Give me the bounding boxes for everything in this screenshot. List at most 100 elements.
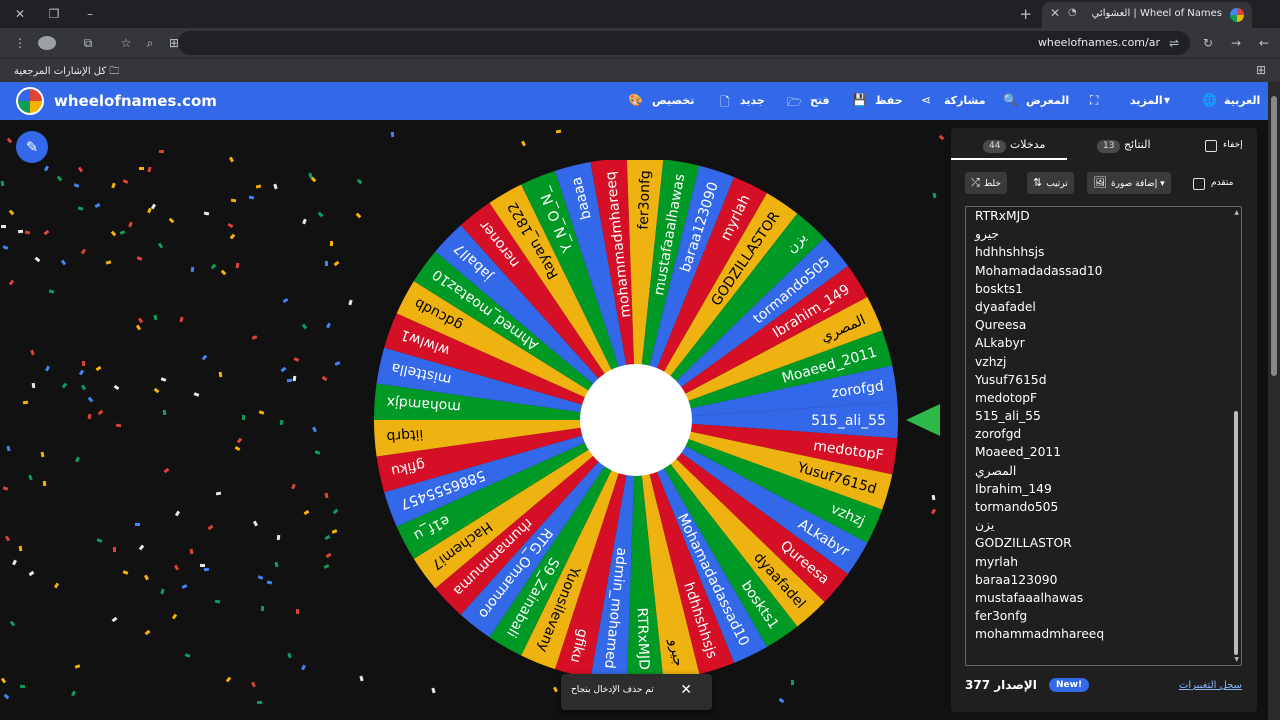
page-scrollbar[interactable] bbox=[1268, 82, 1280, 720]
entry-item[interactable]: Qureesa bbox=[975, 316, 1104, 334]
entry-item[interactable]: يزن bbox=[975, 516, 1104, 534]
bookmark-star-icon[interactable]: ☆ bbox=[118, 36, 134, 50]
confetti-piece bbox=[24, 229, 31, 235]
site-settings-icon[interactable]: ⇌ bbox=[1166, 36, 1182, 50]
confetti-piece bbox=[778, 697, 785, 704]
wheel-hub[interactable] bbox=[580, 364, 692, 476]
brand-name[interactable]: wheelofnames.com bbox=[54, 92, 217, 110]
entry-item[interactable]: 515_ali_55 bbox=[975, 407, 1104, 425]
add-image-button[interactable]: 🖼 إضافة صورة ▾ bbox=[1087, 172, 1171, 194]
panel-tabs: 44 مدخلات 13 النتائج إخفاء bbox=[951, 128, 1257, 160]
all-bookmarks-link[interactable]: كل الإشارات المرجعية 🗀 bbox=[14, 64, 119, 81]
tab-entries[interactable]: 44 مدخلات bbox=[979, 138, 1045, 153]
confetti-piece bbox=[251, 335, 258, 341]
confetti-piece bbox=[35, 256, 41, 262]
confetti-piece bbox=[324, 535, 330, 541]
confetti-piece bbox=[160, 588, 165, 594]
entry-item[interactable]: mohammadmhareeq bbox=[975, 625, 1104, 643]
confetti-piece bbox=[134, 523, 140, 527]
new-tab-icon[interactable]: + bbox=[1019, 5, 1032, 23]
toast-close-button[interactable]: ✕ bbox=[680, 682, 692, 698]
language-button[interactable]: العربية bbox=[1224, 94, 1260, 107]
share-button[interactable]: مشاركة bbox=[944, 94, 986, 107]
confetti-piece bbox=[234, 446, 241, 452]
advanced-checkbox[interactable] bbox=[1193, 178, 1205, 190]
entry-item[interactable]: zorofgd bbox=[975, 425, 1104, 443]
version-number: 377 bbox=[965, 678, 991, 692]
entry-item[interactable]: vzhzj bbox=[975, 353, 1104, 371]
confetti-piece bbox=[291, 483, 297, 490]
confetti-piece bbox=[310, 176, 317, 183]
zoom-icon[interactable]: ⌕ bbox=[142, 36, 158, 50]
confetti-piece bbox=[173, 564, 179, 571]
confetti-piece bbox=[260, 606, 265, 612]
sort-button[interactable]: ⇅ ترتيب bbox=[1027, 172, 1074, 194]
scroll-up-icon[interactable]: ▲ bbox=[1234, 209, 1239, 216]
entry-item[interactable]: tormando505 bbox=[975, 498, 1104, 516]
close-tab-icon[interactable]: ✕ bbox=[1050, 6, 1060, 20]
entry-item[interactable]: Ibrahim_149 bbox=[975, 480, 1104, 498]
confetti-piece bbox=[0, 677, 6, 684]
share-icon: ⋖ bbox=[921, 93, 932, 107]
apps-grid-icon[interactable]: ⊞ bbox=[1256, 63, 1266, 77]
pencil-icon: ✎ bbox=[25, 138, 39, 156]
confetti-piece bbox=[215, 491, 222, 496]
menu-dots-icon[interactable]: ⋮ bbox=[12, 36, 28, 50]
entry-item[interactable]: Moaeed_2011 bbox=[975, 443, 1104, 461]
close-window-icon[interactable]: ✕ bbox=[12, 6, 28, 22]
confetti-piece bbox=[292, 376, 297, 382]
entry-item[interactable]: fer3onfg bbox=[975, 607, 1104, 625]
confetti-piece bbox=[182, 584, 188, 590]
entry-item[interactable]: medotopF bbox=[975, 389, 1104, 407]
page-scroll-thumb[interactable] bbox=[1271, 96, 1277, 376]
gallery-button[interactable]: المعرض bbox=[1026, 94, 1069, 107]
forward-icon[interactable]: → bbox=[1228, 36, 1244, 50]
site-header: wheelofnames.com 🎨 تخصيص 🗋 جديد 🗁 فتح 💾 … bbox=[0, 82, 1268, 120]
browser-tab[interactable]: ✕ ◔ العشوائي | Wheel of Names bbox=[1042, 2, 1252, 28]
spinning-wheel[interactable]: 515_ali_55medotopFYusuf7615dvzhzjALkabyr… bbox=[350, 160, 920, 680]
logo-icon[interactable] bbox=[16, 87, 44, 115]
tab-results[interactable]: 13 النتائج bbox=[1093, 138, 1151, 153]
new-badge[interactable]: New! bbox=[1049, 678, 1090, 692]
entries-textarea[interactable]: RTRxMJD جيرو hdhhshhsjs Mohamadadassad10 bos… bbox=[965, 206, 1242, 666]
confetti-piece bbox=[279, 419, 284, 426]
entry-item[interactable]: mustafaaalhawas bbox=[975, 589, 1104, 607]
extensions-icon[interactable]: ⧉ bbox=[80, 36, 96, 50]
hide-checkbox[interactable] bbox=[1205, 140, 1217, 152]
screen: ✕ ❐ – + ✕ ◔ العشوائي | Wheel of Names ⋮ … bbox=[0, 0, 1280, 720]
reload-icon[interactable]: ↻ bbox=[1200, 36, 1216, 50]
fullscreen-icon[interactable]: ⛶ bbox=[1090, 93, 1098, 108]
entry-item[interactable]: dyaafadel bbox=[975, 298, 1104, 316]
entry-item[interactable]: Mohamadadassad10 bbox=[975, 262, 1104, 280]
wheel-segment-label: RTRxMJD bbox=[634, 607, 652, 670]
changelog-link[interactable]: سجل التغييرات bbox=[1179, 680, 1242, 691]
confetti-piece bbox=[318, 211, 324, 218]
scroll-down-icon[interactable]: ▼ bbox=[1234, 656, 1239, 663]
new-button[interactable]: جديد bbox=[740, 94, 765, 107]
save-icon: 💾 bbox=[852, 93, 867, 107]
entry-item[interactable]: ALkabyr bbox=[975, 334, 1104, 352]
entry-item[interactable]: Yusuf7615d bbox=[975, 371, 1104, 389]
entry-item[interactable]: myrlah bbox=[975, 553, 1104, 571]
confetti-piece bbox=[70, 690, 76, 697]
entry-item[interactable]: baraa123090 bbox=[975, 571, 1104, 589]
entry-item[interactable]: GODZILLASTOR bbox=[975, 534, 1104, 552]
entry-item[interactable]: boskts1 bbox=[975, 280, 1104, 298]
profile-avatar-icon[interactable] bbox=[38, 36, 56, 50]
confetti-piece bbox=[274, 562, 279, 568]
entry-item[interactable]: RTRxMJD bbox=[975, 207, 1104, 225]
more-button[interactable]: المزيد bbox=[1130, 94, 1163, 107]
shuffle-button[interactable]: ⤮ خلط bbox=[965, 172, 1007, 194]
entry-item[interactable]: hdhhshhsjs bbox=[975, 243, 1104, 261]
edit-pencil-button[interactable]: ✎ bbox=[16, 131, 48, 163]
address-bar[interactable]: wheelofnames.com/ar ⇌ bbox=[178, 31, 1190, 55]
entries-scrollbar[interactable] bbox=[1234, 411, 1238, 655]
save-button[interactable]: حفظ bbox=[875, 94, 903, 107]
customize-button[interactable]: تخصيص bbox=[652, 94, 694, 107]
entry-item[interactable]: جيرو bbox=[975, 225, 1104, 243]
entry-item[interactable]: المصري bbox=[975, 462, 1104, 480]
back-icon[interactable]: ← bbox=[1256, 36, 1272, 50]
maximize-window-icon[interactable]: ❐ bbox=[46, 6, 62, 22]
minimize-window-icon[interactable]: – bbox=[82, 6, 98, 22]
open-button[interactable]: فتح bbox=[810, 94, 830, 107]
